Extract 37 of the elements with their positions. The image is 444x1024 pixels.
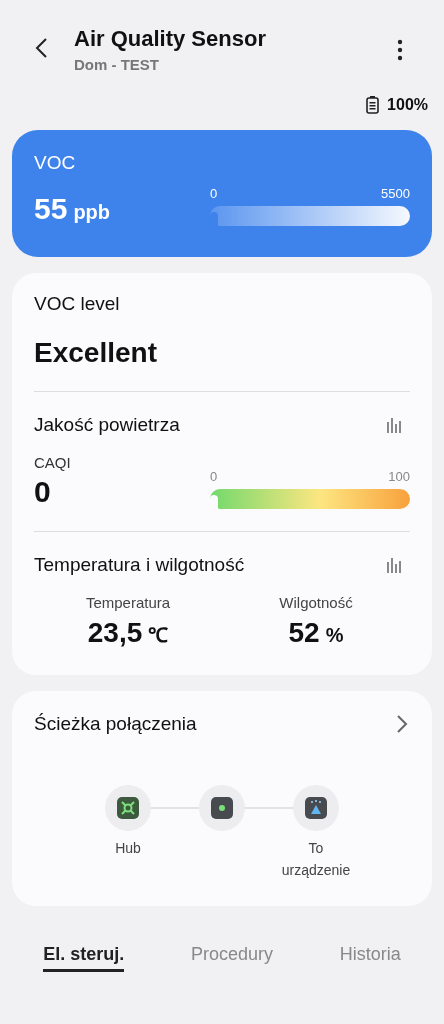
node-label: Hub xyxy=(114,839,142,858)
location-label: Dom - TEST xyxy=(74,56,160,73)
section-title: Ścieżka połączenia xyxy=(34,713,197,735)
sensor-icon xyxy=(305,797,327,819)
caqi-value: 0 xyxy=(34,475,52,509)
battery-icon xyxy=(366,96,380,114)
scale-max: 5500 xyxy=(381,186,410,201)
chart-icon[interactable] xyxy=(386,416,404,434)
section-title: Jakość powietrza xyxy=(34,414,180,436)
caqi-label: CAQI xyxy=(34,454,72,471)
tab[interactable]: El. steruj. xyxy=(43,943,125,972)
tab[interactable]: Procedury xyxy=(190,943,273,972)
voc-label: VOC xyxy=(34,152,77,174)
chevron-icon xyxy=(394,714,410,734)
hub-icon xyxy=(117,797,139,819)
reading-label: Temperatura xyxy=(85,594,171,611)
reading-unit: % xyxy=(325,624,344,647)
voc-level-value: Excellent xyxy=(34,337,158,369)
section-title: Temperatura i wilgotność xyxy=(34,554,245,576)
device-title: Air Quality Sensor xyxy=(74,26,267,52)
voc-card[interactable]: VOC 55 ppb 0 5500 xyxy=(12,130,432,257)
scale-max: 100 xyxy=(388,469,410,484)
link-icon xyxy=(211,797,233,819)
reading-unit: ℃ xyxy=(148,623,169,648)
node-label: To urządzenie xyxy=(280,839,352,881)
tab[interactable]: Historia xyxy=(339,943,401,972)
voc-unit: ppb xyxy=(73,201,111,224)
voc-level-label: VOC level xyxy=(34,293,121,315)
voc-value: 55 xyxy=(34,192,68,226)
reading-value: 23,5 xyxy=(87,617,143,649)
scale-min: 0 xyxy=(210,186,218,201)
scale-min: 0 xyxy=(210,469,218,484)
reading-label: Wilgotność xyxy=(279,594,353,611)
connection-card[interactable]: Ścieżka połączenia Hub To urządzenie xyxy=(12,691,432,906)
reading-value: 52 xyxy=(288,617,320,649)
battery-level: 100% xyxy=(387,96,428,114)
chart-icon[interactable] xyxy=(386,556,404,574)
